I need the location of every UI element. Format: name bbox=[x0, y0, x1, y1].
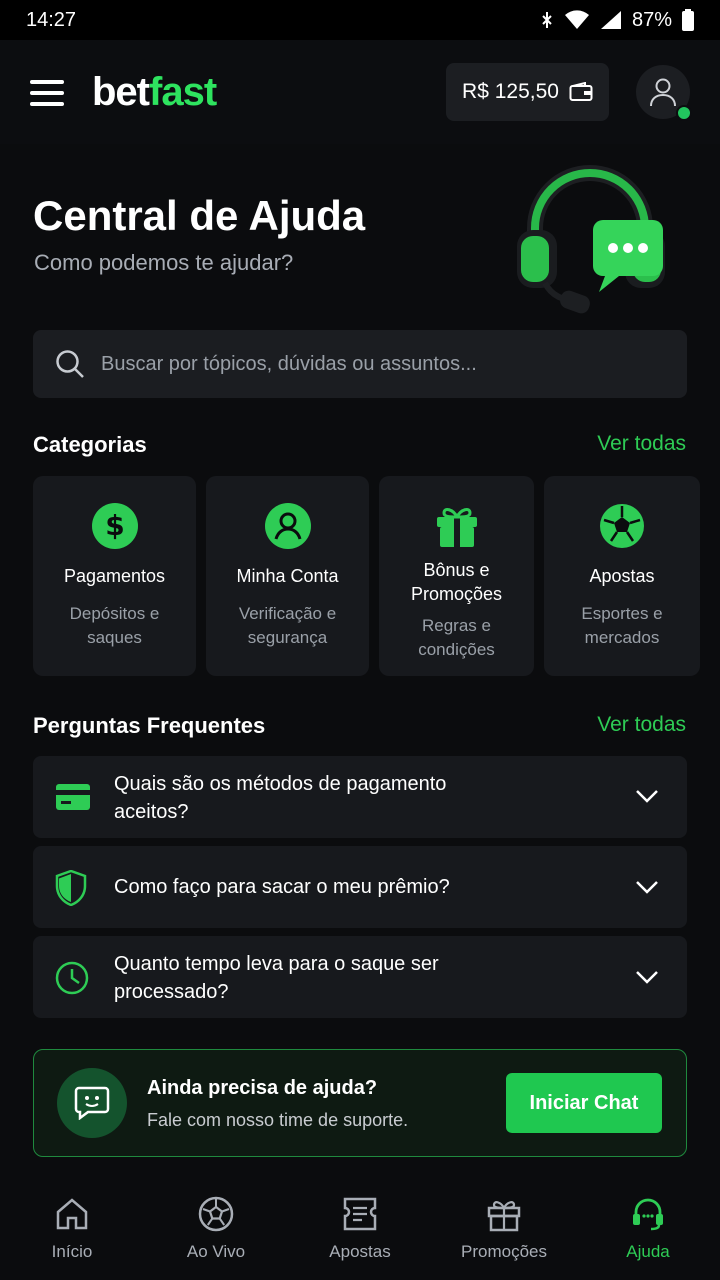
search-icon bbox=[56, 350, 84, 378]
app-header: betfast R$ 125,50 bbox=[0, 40, 720, 144]
categories-title: Categorias bbox=[33, 432, 147, 457]
faq-title: Perguntas Frequentes bbox=[33, 713, 266, 738]
faq-item-withdraw-time[interactable]: Quanto tempo leva para o saque ser proce… bbox=[33, 936, 687, 1018]
headset-icon bbox=[633, 1198, 663, 1231]
status-time: 14:27 bbox=[26, 8, 77, 31]
chat-bubble-icon bbox=[57, 1068, 127, 1138]
gift-icon bbox=[487, 1201, 521, 1232]
chevron-down-icon bbox=[636, 881, 658, 894]
category-card-pagamentos[interactable]: $ Pagamentos Depósitos e saques bbox=[33, 476, 196, 676]
user-icon bbox=[650, 78, 676, 107]
nav-item-promocoes[interactable]: Promoções bbox=[432, 1180, 576, 1280]
balance-amount: R$ 125,50 bbox=[462, 80, 559, 103]
support-card: Ainda precisa de ajuda? Fale com nosso t… bbox=[33, 1049, 687, 1157]
nav-item-apostas[interactable]: Apostas bbox=[288, 1180, 432, 1280]
home-icon bbox=[56, 1198, 88, 1230]
category-card-minha-conta[interactable]: Minha Conta Verificação e segurança bbox=[206, 476, 369, 676]
nav-item-inicio[interactable]: Início bbox=[0, 1180, 144, 1280]
page-title: Central de Ajuda bbox=[33, 192, 366, 239]
dollar-icon: $ bbox=[91, 502, 139, 550]
betfast-logo[interactable]: betfast bbox=[92, 70, 217, 115]
soccer-ball-icon bbox=[598, 502, 646, 550]
battery-icon bbox=[682, 9, 694, 31]
soccer-ball-icon bbox=[198, 1196, 234, 1232]
vibrate-icon bbox=[542, 12, 552, 28]
faq-see-all-link[interactable]: Ver todas bbox=[597, 713, 686, 737]
ticket-icon bbox=[343, 1197, 377, 1231]
chevron-down-icon bbox=[636, 971, 658, 984]
categories-see-all-link[interactable]: Ver todas bbox=[597, 432, 686, 456]
start-chat-button[interactable]: Iniciar Chat bbox=[506, 1073, 662, 1133]
bottom-navigation: Início Ao Vivo Apostas Promoções Ajuda bbox=[0, 1180, 720, 1280]
support-title: Ainda precisa de ajuda? bbox=[147, 1077, 378, 1099]
hamburger-menu-icon[interactable] bbox=[30, 80, 64, 106]
category-card-bonus-promocoes[interactable]: Bônus e Promoções Regras e condições bbox=[379, 476, 534, 676]
search-input[interactable] bbox=[101, 352, 661, 376]
wifi-icon bbox=[564, 10, 589, 29]
status-bar: 14:27 87% bbox=[0, 0, 720, 40]
gift-icon bbox=[433, 502, 481, 550]
shield-icon bbox=[55, 870, 87, 906]
search-bar[interactable] bbox=[33, 330, 687, 398]
headset-illustration-icon bbox=[517, 165, 665, 314]
signal-icon bbox=[600, 11, 621, 29]
wallet-icon bbox=[569, 82, 593, 101]
chevron-down-icon bbox=[636, 790, 658, 803]
svg-text:$: $ bbox=[105, 509, 124, 542]
user-circle-icon bbox=[264, 502, 312, 550]
profile-avatar-button[interactable] bbox=[636, 65, 692, 121]
nav-item-ao-vivo[interactable]: Ao Vivo bbox=[144, 1180, 288, 1280]
battery-percent: 87% bbox=[631, 8, 672, 31]
support-subtitle: Fale com nosso time de suporte. bbox=[147, 1110, 409, 1130]
status-icons: 87% bbox=[540, 9, 694, 32]
balance-button[interactable]: R$ 125,50 bbox=[446, 63, 609, 121]
credit-card-icon bbox=[56, 784, 90, 810]
nav-item-ajuda[interactable]: Ajuda bbox=[576, 1180, 720, 1280]
faq-item-payment-methods[interactable]: Quais são os métodos de pagamento aceito… bbox=[33, 756, 687, 838]
clock-icon bbox=[55, 961, 89, 995]
page-subtitle: Como podemos te ajudar? bbox=[34, 250, 294, 275]
faq-item-withdraw-prize[interactable]: Como faço para sacar o meu prêmio? bbox=[33, 846, 687, 928]
online-status-dot bbox=[676, 105, 692, 121]
category-card-apostas[interactable]: Apostas Esportes e mercados bbox=[544, 476, 700, 676]
